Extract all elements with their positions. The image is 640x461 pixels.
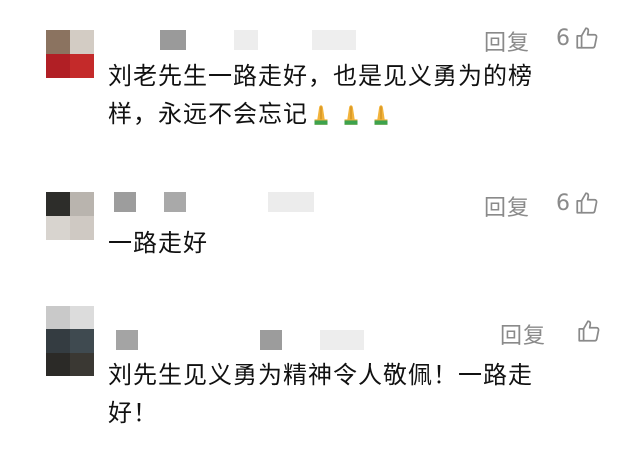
reply-button[interactable]: 回复	[500, 318, 546, 350]
avatar[interactable]	[46, 306, 94, 376]
thumbs-up-icon	[576, 192, 598, 214]
username-blurred[interactable]	[116, 330, 364, 350]
like-count: 6	[556, 25, 570, 51]
comment-text: 一路走好	[108, 229, 208, 257]
folded-hands-icon	[314, 105, 328, 125]
thumbs-up-icon	[576, 27, 598, 49]
username-blurred[interactable]	[160, 30, 356, 50]
avatar[interactable]	[46, 30, 94, 78]
comment-text: 刘老先生一路走好，也是见义勇为的榜样，永远不会忘记	[108, 62, 533, 128]
like-button[interactable]: 6	[556, 190, 600, 216]
reply-button[interactable]: 回复	[484, 25, 530, 57]
folded-hands-icon	[344, 105, 358, 125]
reply-button[interactable]: 回复	[484, 190, 530, 222]
like-button[interactable]: 6	[556, 25, 600, 51]
comment-text: 刘先生见义勇为精神令人敬佩！一路走好！	[108, 361, 533, 427]
thumbs-up-icon	[578, 320, 600, 342]
emoji-group	[308, 102, 394, 128]
avatar[interactable]	[46, 192, 94, 240]
username-blurred[interactable]	[114, 192, 314, 212]
like-count: 6	[556, 190, 570, 216]
folded-hands-icon	[374, 105, 388, 125]
like-button[interactable]	[576, 318, 602, 344]
